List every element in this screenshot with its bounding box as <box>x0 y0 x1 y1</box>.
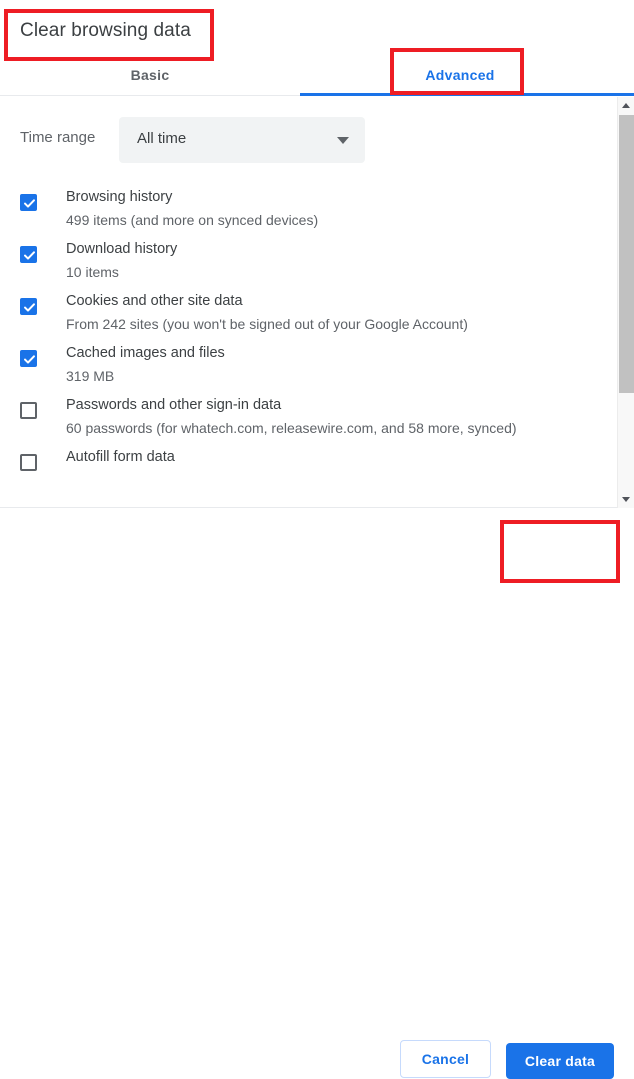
tab-active-indicator <box>300 93 634 96</box>
list-item-text: Download history 10 items <box>66 235 634 283</box>
time-range-label: Time range <box>20 129 96 146</box>
checkbox-browsing-history[interactable] <box>20 194 37 211</box>
tab-basic[interactable]: Basic <box>40 56 260 94</box>
list-item-subtitle: 319 MB <box>66 368 115 384</box>
list-item-text: Cookies and other site data From 242 sit… <box>66 287 634 335</box>
scrollbar-thumb[interactable] <box>619 115 634 393</box>
checkbox-cookies-and-other-site-data[interactable] <box>20 298 37 315</box>
list-item[interactable]: Autofill form data <box>0 443 634 495</box>
list-item-subtitle: 10 items <box>66 264 119 280</box>
checkbox-passwords-and-other-sign-in-data[interactable] <box>20 402 37 419</box>
list-item-subtitle: 60 passwords (for whatech.com, releasewi… <box>66 420 517 436</box>
tab-bar: Basic Advanced <box>0 56 634 96</box>
page-title: Clear browsing data <box>20 20 191 41</box>
checkbox-cached-images-and-files[interactable] <box>20 350 37 367</box>
scroll-up-arrow-icon[interactable] <box>618 97 634 114</box>
settings-scroll-area[interactable]: Time range All time Browsing history 499… <box>0 97 634 508</box>
list-item-title: Cached images and files <box>66 345 225 361</box>
list-item-title: Download history <box>66 241 178 257</box>
checkbox-autofill-form-data[interactable] <box>20 454 37 471</box>
checkbox-download-history[interactable] <box>20 246 37 263</box>
chevron-down-icon <box>337 137 349 144</box>
list-item-text: Autofill form data <box>66 443 634 468</box>
list-item[interactable]: Download history 10 items <box>0 235 634 287</box>
cancel-button[interactable]: Cancel <box>400 1040 491 1078</box>
list-item-title: Autofill form data <box>66 449 175 465</box>
list-item[interactable]: Browsing history 499 items (and more on … <box>0 183 634 235</box>
list-item-text: Cached images and files 319 MB <box>66 339 634 387</box>
scroll-down-arrow-icon[interactable] <box>618 491 634 508</box>
time-range-value: All time <box>137 130 187 147</box>
list-item-title: Browsing history <box>66 189 173 205</box>
list-item-subtitle: 499 items (and more on synced devices) <box>66 212 319 228</box>
dialog-footer: Cancel Clear data <box>0 509 634 1079</box>
list-item-title: Passwords and other sign-in data <box>66 397 282 413</box>
time-range-row: Time range All time <box>0 117 634 163</box>
list-item-text: Passwords and other sign-in data 60 pass… <box>66 391 634 439</box>
list-item-text: Browsing history 499 items (and more on … <box>66 183 634 231</box>
clear-browsing-data-dialog: Clear browsing data Basic Advanced Time … <box>0 0 634 1079</box>
list-item-title: Cookies and other site data <box>66 293 243 309</box>
tab-divider <box>0 95 300 96</box>
tab-advanced[interactable]: Advanced <box>340 56 580 94</box>
list-item-subtitle: From 242 sites (you won't be signed out … <box>66 316 468 332</box>
list-item[interactable]: Passwords and other sign-in data 60 pass… <box>0 391 634 443</box>
clear-data-button[interactable]: Clear data <box>506 1043 614 1079</box>
vertical-scrollbar[interactable] <box>617 97 634 508</box>
list-item[interactable]: Cookies and other site data From 242 sit… <box>0 287 634 339</box>
list-item[interactable]: Cached images and files 319 MB <box>0 339 634 391</box>
time-range-select[interactable]: All time <box>119 117 365 163</box>
data-type-list: Browsing history 499 items (and more on … <box>0 183 634 495</box>
